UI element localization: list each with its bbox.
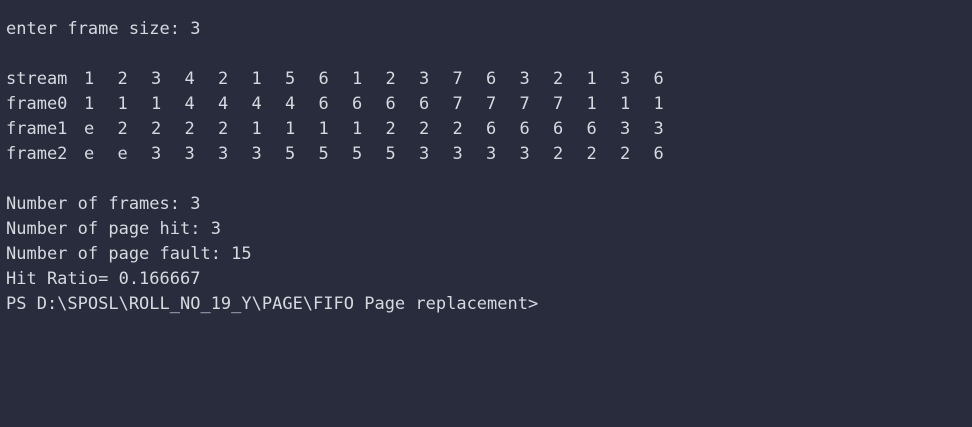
row-cells: 1 1 1 4 4 4 4 6 6 6 6 7 7 7 7 1 1 1 bbox=[84, 92, 687, 117]
table-cell: e bbox=[84, 119, 95, 139]
table-cell: 2 bbox=[117, 69, 128, 89]
row-cells: 1 2 3 4 2 1 5 6 1 2 3 7 6 3 2 1 3 6 bbox=[84, 67, 687, 92]
row-label: stream bbox=[6, 69, 68, 89]
table-cell: 6 bbox=[385, 94, 396, 114]
row-label: frame2 bbox=[6, 144, 68, 164]
table-cell: 7 bbox=[452, 94, 463, 114]
table-cell: 3 bbox=[151, 69, 162, 89]
table-cell: 6 bbox=[653, 144, 664, 164]
input-prompt-line: enter frame size: 3 bbox=[6, 19, 201, 39]
table-cell: 2 bbox=[553, 144, 564, 164]
table-cell: 3 bbox=[486, 144, 497, 164]
table-cell: 5 bbox=[285, 69, 296, 89]
table-cell: 6 bbox=[586, 119, 597, 139]
table-cell: 3 bbox=[519, 69, 530, 89]
page-replacement-table: stream 1 2 3 4 2 1 5 6 1 2 3 7 6 3 2 1 3 6 frame0 1 1 1 4 4 4 4 6 6 6… bbox=[6, 67, 972, 167]
table-cell: 4 bbox=[218, 94, 229, 114]
table-cell: 1 bbox=[586, 94, 597, 114]
shell-prompt[interactable]: PS D:\SPOSL\ROLL_NO_19_Y\PAGE\FIFO Page … bbox=[6, 292, 972, 317]
page-hit-line: Number of page hit: 3 bbox=[6, 219, 221, 239]
table-cell: 3 bbox=[519, 144, 530, 164]
frames-count-line: Number of frames: 3 bbox=[6, 194, 201, 214]
table-cell: 3 bbox=[419, 144, 430, 164]
table-cell: 1 bbox=[352, 69, 363, 89]
table-cell: 2 bbox=[218, 69, 229, 89]
table-cell: 2 bbox=[385, 69, 396, 89]
table-cell: 1 bbox=[84, 69, 95, 89]
table-cell: 2 bbox=[452, 119, 463, 139]
hit-ratio-line: Hit Ratio= 0.166667 bbox=[6, 269, 201, 289]
table-cell: 7 bbox=[553, 94, 564, 114]
table-cell: 6 bbox=[653, 69, 664, 89]
table-cell: 3 bbox=[452, 144, 463, 164]
table-cell: 4 bbox=[251, 94, 262, 114]
table-cell: e bbox=[84, 144, 95, 164]
row-label: frame1 bbox=[6, 119, 68, 139]
table-cell: 5 bbox=[318, 144, 329, 164]
table-cell: 4 bbox=[184, 94, 195, 114]
table-cell: 1 bbox=[285, 119, 296, 139]
table-row: frame2 e e 3 3 3 3 5 5 5 5 3 3 3 3 2 2 2 6 bbox=[6, 142, 972, 167]
table-row: frame1 e 2 2 2 2 1 1 1 1 2 2 2 6 6 6 6 3 3 bbox=[6, 117, 972, 142]
table-cell: 2 bbox=[620, 144, 631, 164]
table-cell: 3 bbox=[218, 144, 229, 164]
row-label: frame0 bbox=[6, 94, 68, 114]
table-cell: 2 bbox=[151, 119, 162, 139]
table-cell: 5 bbox=[352, 144, 363, 164]
table-cell: 6 bbox=[419, 94, 430, 114]
table-cell: 3 bbox=[184, 144, 195, 164]
table-cell: 1 bbox=[117, 94, 128, 114]
table-cell: 2 bbox=[385, 119, 396, 139]
table-cell: 2 bbox=[184, 119, 195, 139]
table-cell: 1 bbox=[586, 69, 597, 89]
table-cell: 2 bbox=[419, 119, 430, 139]
table-cell: 6 bbox=[486, 119, 497, 139]
table-cell: 2 bbox=[586, 144, 597, 164]
page-fault-line: Number of page fault: 15 bbox=[6, 244, 252, 264]
table-cell: 2 bbox=[117, 119, 128, 139]
table-cell: 2 bbox=[218, 119, 229, 139]
table-cell: 6 bbox=[318, 69, 329, 89]
table-cell: 3 bbox=[151, 144, 162, 164]
table-cell: 3 bbox=[419, 69, 430, 89]
table-cell: 1 bbox=[251, 119, 262, 139]
table-cell: 5 bbox=[285, 144, 296, 164]
table-cell: 1 bbox=[251, 69, 262, 89]
table-cell: 1 bbox=[151, 94, 162, 114]
table-cell: 1 bbox=[318, 119, 329, 139]
table-row: frame0 1 1 1 4 4 4 4 6 6 6 6 7 7 7 7 1 1 1 bbox=[6, 92, 972, 117]
table-cell: 3 bbox=[620, 119, 631, 139]
table-cell: 4 bbox=[184, 69, 195, 89]
table-cell: 7 bbox=[519, 94, 530, 114]
table-cell: 6 bbox=[486, 69, 497, 89]
table-cell: 1 bbox=[352, 119, 363, 139]
row-cells: e 2 2 2 2 1 1 1 1 2 2 2 6 6 6 6 3 3 bbox=[84, 117, 687, 142]
table-cell: 5 bbox=[385, 144, 396, 164]
table-cell: 6 bbox=[352, 94, 363, 114]
table-cell: 3 bbox=[251, 144, 262, 164]
table-cell: 6 bbox=[519, 119, 530, 139]
table-cell: 6 bbox=[553, 119, 564, 139]
table-cell: 1 bbox=[653, 94, 664, 114]
table-cell: 1 bbox=[620, 94, 631, 114]
table-cell: 7 bbox=[452, 69, 463, 89]
table-cell: e bbox=[117, 144, 128, 164]
table-cell: 3 bbox=[620, 69, 631, 89]
table-cell: 7 bbox=[486, 94, 497, 114]
row-cells: e e 3 3 3 3 5 5 5 5 3 3 3 3 2 2 2 6 bbox=[84, 142, 687, 167]
table-cell: 2 bbox=[553, 69, 564, 89]
table-row: stream 1 2 3 4 2 1 5 6 1 2 3 7 6 3 2 1 3 6 bbox=[6, 67, 972, 92]
table-cell: 1 bbox=[84, 94, 95, 114]
table-cell: 4 bbox=[285, 94, 296, 114]
table-cell: 6 bbox=[318, 94, 329, 114]
table-cell: 3 bbox=[653, 119, 664, 139]
terminal-window[interactable]: enter frame size: 3 stream 1 2 3 4 2 1 5 6 1 2 3 7 6 3… bbox=[0, 0, 972, 427]
